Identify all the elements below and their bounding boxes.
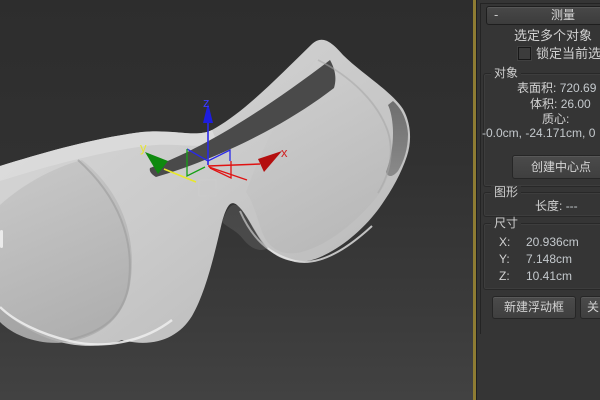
selection-status-text: 选定多个对象 <box>514 29 592 42</box>
group-dimensions-title: 尺寸 <box>491 217 521 229</box>
dim-y-label: Y: <box>499 252 510 266</box>
surface-area-row: 表面积: 720.69 <box>517 82 596 95</box>
rollout-header-measure[interactable]: - 测量 <box>486 6 600 25</box>
dim-row-z: Z: <box>499 270 510 283</box>
surface-area-value: 720.69 <box>560 81 597 95</box>
centroid-label: 质心: <box>542 113 569 126</box>
left-edge-highlight <box>0 230 3 248</box>
length-value: --- <box>566 199 578 213</box>
gizmo-x-label: x <box>281 145 288 160</box>
group-object-title: 对象 <box>491 67 521 79</box>
length-row: 长度: --- <box>535 200 578 213</box>
centroid-value: -0.0cm, -24.171cm, 0 <box>482 127 595 140</box>
dim-row-y: Y: <box>499 253 510 266</box>
length-label: 长度: <box>535 199 562 213</box>
lock-selection-label: 锁定当前选择 <box>536 47 600 60</box>
dim-z-value: 10.41cm <box>526 270 572 283</box>
surface-area-label: 表面积: <box>517 81 556 95</box>
gizmo-z-label: z <box>203 95 210 110</box>
close-button[interactable]: 关 <box>580 296 600 319</box>
dim-x-label: X: <box>499 235 510 249</box>
collapse-minus-icon[interactable]: - <box>494 7 498 23</box>
dim-x-value: 20.936cm <box>526 236 579 249</box>
dim-row-x: X: <box>499 236 510 249</box>
dim-y-value: 7.148cm <box>526 253 572 266</box>
3ds-max-window: { "viewport": { "gizmo": { "x_label": "x… <box>0 0 600 400</box>
create-center-point-button[interactable]: 创建中心点 <box>512 155 600 179</box>
goggles-model-scene: z x y <box>0 0 474 400</box>
dim-z-label: Z: <box>499 269 510 283</box>
volume-row: 体积: 26.00 <box>530 98 591 111</box>
lock-selection-checkbox[interactable] <box>518 47 531 60</box>
perspective-viewport[interactable]: z x y <box>0 0 474 400</box>
group-shape-title: 图形 <box>491 186 521 198</box>
volume-label: 体积: <box>530 97 557 111</box>
new-floater-button[interactable]: 新建浮动框 <box>492 296 576 319</box>
gizmo-y-label: y <box>140 140 147 155</box>
volume-value: 26.00 <box>561 97 591 111</box>
rollout-title: 测量 <box>551 8 575 22</box>
